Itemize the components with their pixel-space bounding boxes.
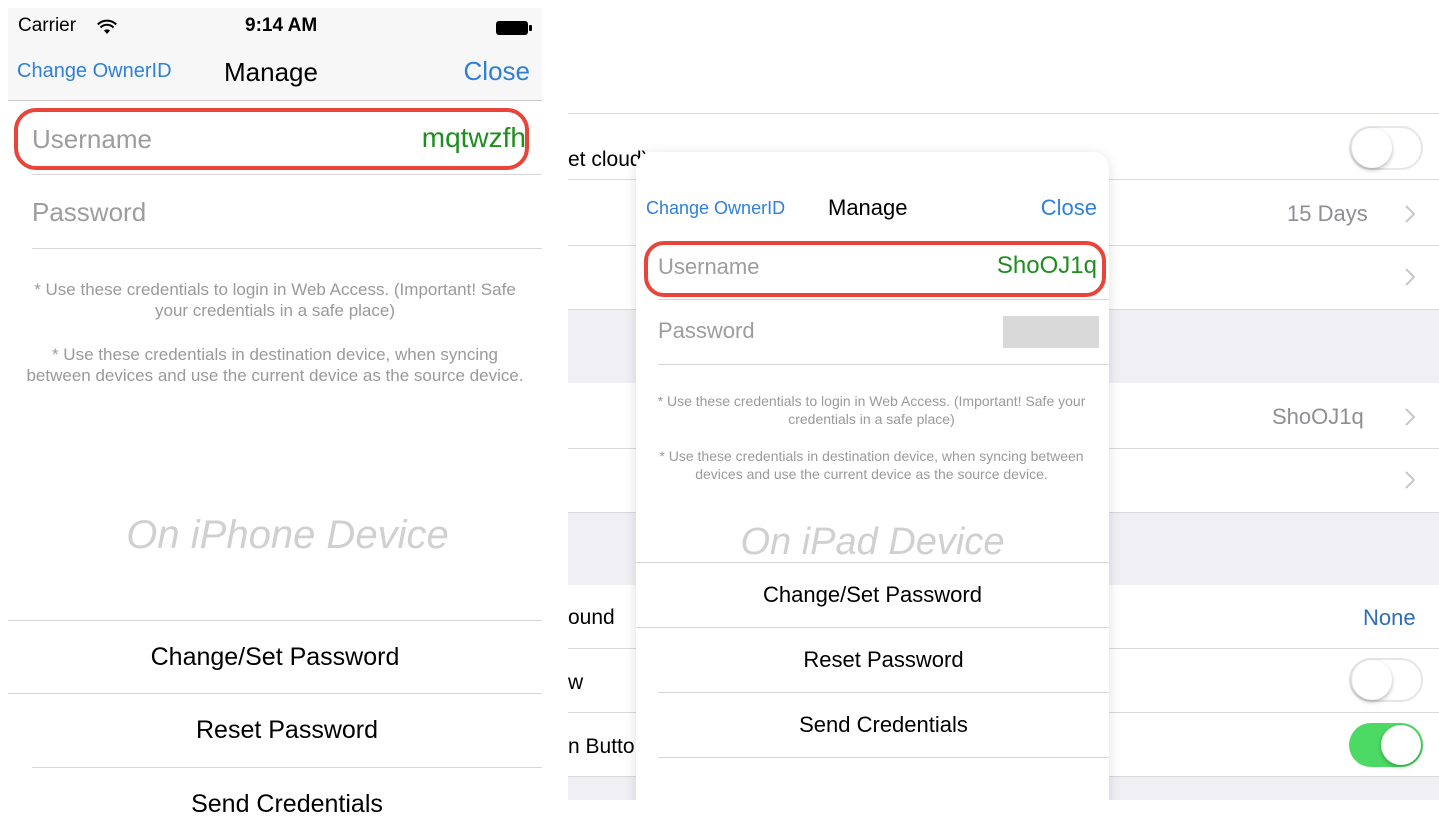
settings-row-sound-label: ound	[568, 606, 615, 629]
reset-password-button[interactable]: Reset Password	[658, 628, 1109, 693]
chevron-right-icon	[1405, 471, 1415, 489]
toggle-knob	[1352, 660, 1392, 700]
iphone-screen: Carrier 9:14 AM Change OwnerID Manage Cl…	[0, 0, 542, 838]
status-bar: Carrier 9:14 AM	[8, 8, 542, 46]
settings-row-button-label: n Butto	[568, 735, 635, 758]
nav-bar: Change OwnerID Manage Close	[8, 46, 542, 101]
sound-value: None	[1363, 605, 1416, 630]
days-value: 15 Days	[1287, 201, 1368, 226]
cloud-toggle[interactable]	[1349, 126, 1423, 170]
wifi-icon	[97, 19, 117, 34]
web-access-note: * Use these credentials to login in Web …	[34, 280, 516, 320]
toggle-knob	[1381, 725, 1421, 765]
change-ownerid-button[interactable]: Change OwnerID	[17, 60, 172, 83]
sync-note: * Use these credentials in destination d…	[26, 345, 524, 385]
password-field[interactable]: Password	[32, 197, 146, 228]
button-toggle[interactable]	[1349, 723, 1423, 767]
settings-row-w-label: w	[568, 671, 584, 694]
reset-password-button[interactable]: Reset Password	[32, 694, 542, 768]
chevron-right-icon	[1405, 205, 1415, 223]
send-credentials-button[interactable]: Send Credentials	[658, 693, 1109, 758]
battery-icon	[496, 21, 532, 35]
chevron-right-icon	[1405, 268, 1415, 286]
reset-password-label: Reset Password	[803, 647, 964, 672]
send-credentials-label: Send Credentials	[799, 712, 968, 737]
sync-note: * Use these credentials in destination d…	[659, 448, 1084, 482]
password-redaction	[1003, 316, 1099, 348]
change-set-password-label: Change/Set Password	[763, 582, 982, 607]
close-button[interactable]: Close	[1041, 195, 1097, 221]
device-label: On iPhone Device	[126, 513, 449, 557]
popover-title: Manage	[828, 195, 908, 220]
w-toggle[interactable]	[1349, 658, 1423, 702]
manage-popover: Change OwnerID Manage Close Username Sho…	[636, 152, 1109, 800]
settings-row-top	[568, 95, 1439, 114]
username-highlight	[644, 241, 1106, 297]
clock: 9:14 AM	[245, 15, 318, 36]
web-access-note: * Use these credentials to login in Web …	[657, 393, 1086, 427]
owner-value: ShoOJ1q	[1272, 404, 1364, 429]
password-row[interactable]: Password	[658, 300, 1109, 365]
change-set-password-button[interactable]: Change/Set Password	[636, 563, 1109, 628]
close-button[interactable]: Close	[464, 56, 530, 87]
change-set-password-button[interactable]: Change/Set Password	[8, 621, 542, 694]
send-credentials-button[interactable]: Send Credentials	[32, 768, 542, 838]
change-ownerid-button[interactable]: Change OwnerID	[646, 198, 785, 219]
carrier-label: Carrier	[18, 15, 77, 36]
device-label: On iPad Device	[740, 521, 1005, 563]
page-title: Manage	[224, 57, 318, 87]
username-highlight	[14, 108, 529, 170]
password-field[interactable]: Password	[658, 318, 755, 344]
ipad-screen: et cloud) 15 Days ShoOJ1q ound None w n …	[568, 95, 1439, 800]
toggle-knob	[1352, 128, 1392, 168]
password-row[interactable]: Password	[32, 175, 542, 249]
chevron-right-icon	[1405, 408, 1415, 426]
